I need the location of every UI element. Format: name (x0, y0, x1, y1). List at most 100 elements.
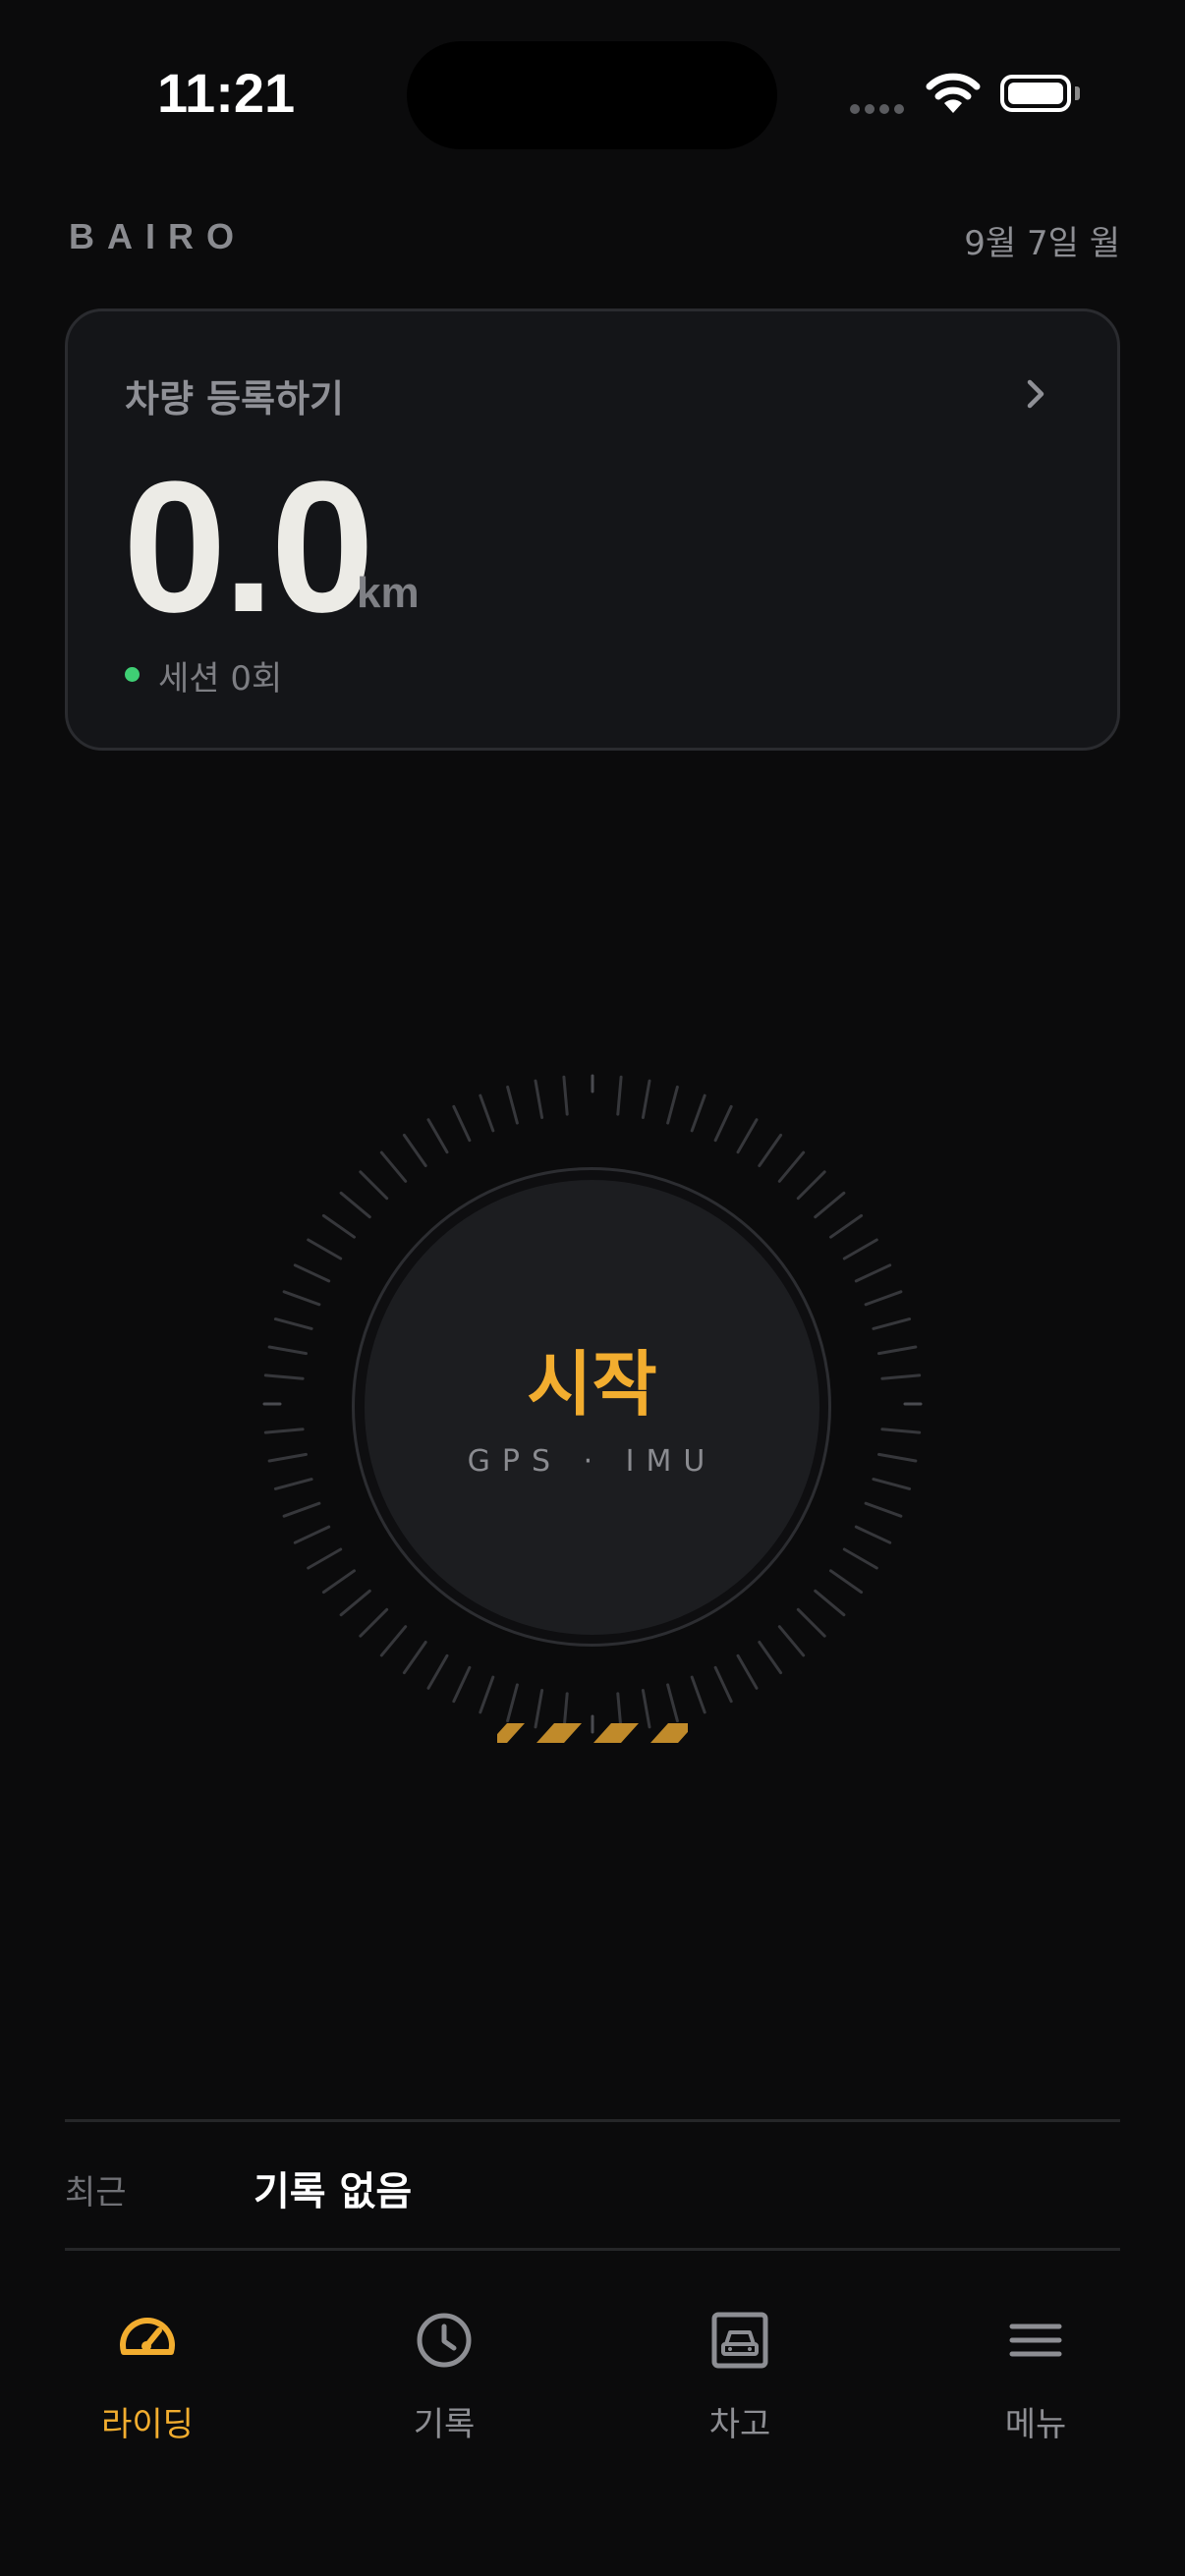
dial-tick (690, 1675, 706, 1714)
clock-icon (417, 2313, 472, 2368)
dial-tick (321, 1213, 356, 1239)
dial-tick (426, 1118, 449, 1154)
dial-tick (267, 1345, 308, 1356)
dial-tick (864, 1290, 903, 1307)
divider-top (65, 2119, 1120, 2122)
dial-tick (777, 1150, 806, 1183)
menu-icon (1009, 2324, 1062, 2357)
tab-label: 라이딩 (101, 2405, 194, 2444)
dial-tick (267, 1452, 308, 1463)
dial-tick (736, 1653, 759, 1690)
dial-tick (758, 1641, 783, 1675)
dial-tick (534, 1079, 544, 1119)
dial-tick (293, 1263, 331, 1283)
dial-tick (690, 1093, 706, 1133)
tab-history[interactable]: 기록 (336, 2309, 552, 2476)
tab-label: 차고 (708, 2405, 771, 2444)
dial-tick (534, 1689, 544, 1729)
card-title: 차량 등록하기 (125, 377, 344, 420)
dial-tick (872, 1317, 912, 1330)
dial-tick (872, 1478, 912, 1490)
dial-tick (666, 1683, 679, 1723)
dial-tick (452, 1104, 472, 1143)
chevron-right-icon (1027, 379, 1044, 409)
dial-tick (506, 1683, 519, 1723)
dial-tick (777, 1625, 806, 1657)
dial-tick (263, 1373, 305, 1380)
dial-tick (321, 1569, 356, 1595)
dial-tick (273, 1317, 313, 1330)
dial-tick (307, 1547, 343, 1570)
tab-menu[interactable]: 메뉴 (928, 2309, 1144, 2476)
status-time: 11:21 (157, 62, 296, 124)
session-count: 세션 0회 (158, 659, 283, 699)
dial-tick (829, 1569, 864, 1595)
distance-value: 0.0 (123, 443, 374, 651)
distance-unit: km (357, 569, 420, 617)
dial-tick (282, 1501, 321, 1518)
tab-garage[interactable]: 차고 (632, 2309, 848, 2476)
sensor-label: GPS · IMU (467, 1444, 717, 1479)
dial-tick (641, 1689, 651, 1729)
dial-tick (426, 1653, 449, 1690)
dial-tick (307, 1238, 343, 1260)
dial-tick (758, 1133, 783, 1167)
dial-tick (359, 1170, 389, 1201)
tab-label: 메뉴 (1004, 2405, 1067, 2444)
dial-tick (880, 1428, 922, 1434)
status-dot (125, 667, 140, 682)
speedometer-icon (120, 2318, 175, 2355)
dial-tick (402, 1641, 427, 1675)
dial-tick (263, 1428, 305, 1434)
garage-car-icon (711, 2312, 768, 2369)
dial-tick (842, 1547, 878, 1570)
dial-tick (854, 1525, 892, 1544)
divider-bottom (65, 2248, 1120, 2251)
brand-title: BAIRO (69, 216, 247, 256)
dial-tick (379, 1625, 408, 1657)
dynamic-island (407, 41, 777, 149)
dial-tick (854, 1263, 892, 1283)
dial-tick (293, 1525, 331, 1544)
dial-tick (616, 1075, 623, 1116)
dial-tick (880, 1373, 922, 1380)
dial-tick (713, 1665, 733, 1704)
recent-value: 기록 없음 (254, 2169, 413, 2214)
recent-label: 최근 (65, 2173, 127, 2212)
dial-tick (479, 1675, 495, 1714)
dial-tick (479, 1093, 495, 1133)
vehicle-register-card[interactable]: 차량 등록하기 0.0 km 세션 0회 (65, 308, 1120, 751)
wifi-icon (926, 73, 981, 113)
start-label[interactable]: 시작 (365, 1326, 819, 1429)
dial-tick (864, 1501, 903, 1518)
cellular-signal-icon (850, 104, 904, 114)
dial-tick (736, 1118, 759, 1154)
dial-tick (339, 1589, 371, 1617)
dial-tick (339, 1191, 371, 1219)
dial-tick (506, 1085, 519, 1125)
dial-tick (641, 1079, 651, 1119)
hazard-stripe (497, 1723, 688, 1743)
battery-icon (1000, 75, 1071, 112)
dial-tick (842, 1238, 878, 1260)
dial-tick (273, 1478, 313, 1490)
dial-tick (829, 1213, 864, 1239)
dial-tick (796, 1170, 826, 1201)
current-date: 9월 7일 월 (964, 224, 1120, 263)
dial-tick (562, 1075, 569, 1116)
dial-tick (877, 1452, 918, 1463)
dial-tick (666, 1085, 679, 1125)
dial-tick (814, 1589, 846, 1617)
dial-tick (796, 1607, 826, 1638)
tab-label: 기록 (413, 2405, 476, 2444)
dial-tick (282, 1290, 321, 1307)
dial-tick (359, 1607, 389, 1638)
dial-tick (877, 1345, 918, 1356)
dial-tick (379, 1150, 408, 1183)
battery-cap (1075, 86, 1080, 100)
tab-riding[interactable]: 라이딩 (39, 2309, 255, 2476)
dial-tick (452, 1665, 472, 1704)
dial-tick (814, 1191, 846, 1219)
dial-tick (402, 1133, 427, 1167)
dial-tick (713, 1104, 733, 1143)
